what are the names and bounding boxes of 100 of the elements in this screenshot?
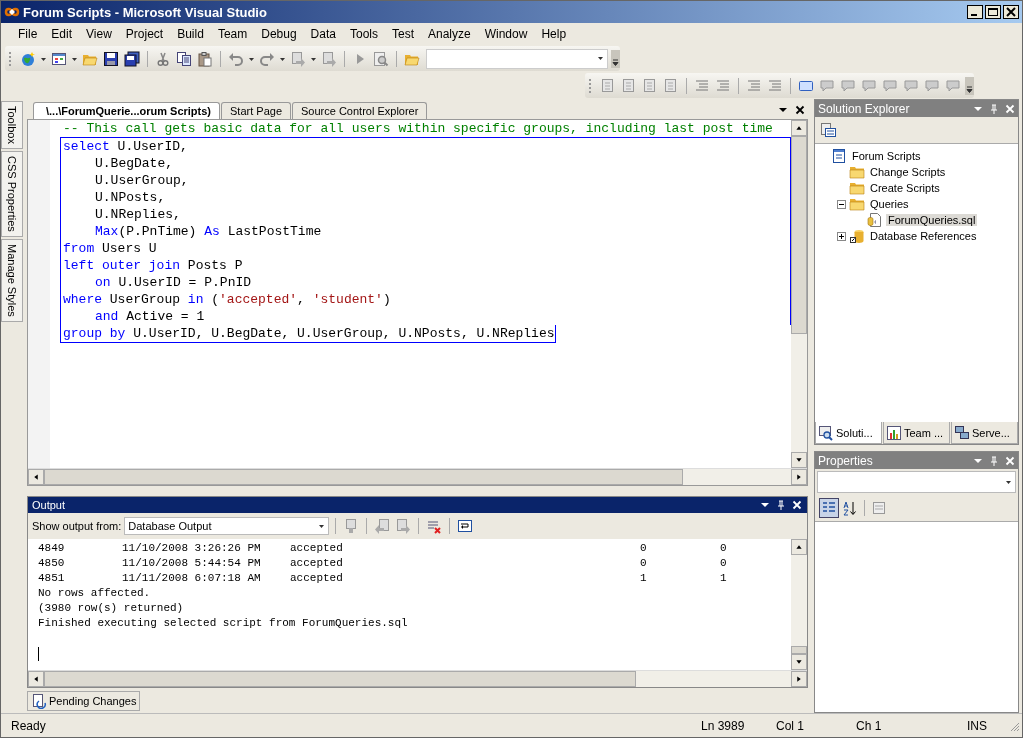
script-file-icon [867, 212, 883, 228]
side-tab[interactable]: Manage Styles [1, 238, 23, 322]
project-icon [831, 148, 847, 164]
menu-item[interactable]: Data [303, 25, 343, 43]
scroll-left-button[interactable] [28, 671, 44, 687]
tab-label: Pending Changes [49, 694, 137, 707]
horizontal-scrollbar[interactable] [28, 468, 807, 485]
output-cell-text: 4851 [38, 571, 66, 586]
scroll-right-button[interactable] [791, 469, 807, 485]
scroll-down-button[interactable] [791, 452, 807, 468]
properties-icon[interactable] [819, 121, 837, 139]
tree-item[interactable]: Change Scripts [868, 166, 948, 178]
panel-tab[interactable]: Soluti... [815, 422, 882, 444]
close-button[interactable] [1003, 5, 1019, 19]
toolbar-overflow-icon[interactable] [611, 49, 620, 68]
output-line: Finished executing selected script from ForumQueries.sql [38, 616, 409, 631]
insert-mode: INS [967, 718, 988, 733]
expander-icon[interactable] [837, 231, 846, 241]
sort-alphabetical-icon[interactable] [841, 499, 859, 517]
menu-item[interactable]: Project [118, 25, 171, 43]
scroll-left-button[interactable] [28, 469, 44, 485]
database-icon [849, 228, 865, 244]
maximize-button[interactable] [985, 5, 1001, 19]
document-search-icon[interactable] [372, 49, 390, 68]
document-tab[interactable]: \...\ForumQuerie...orum Scripts) [33, 102, 221, 119]
pending-changes-tab[interactable]: Pending Changes [27, 690, 141, 711]
minimize-button[interactable] [967, 5, 983, 19]
output-cell-text: accepted [290, 541, 344, 556]
side-tab[interactable]: CSS Properties [1, 150, 23, 237]
menu-item[interactable]: Build [170, 25, 211, 43]
expander-icon[interactable] [837, 199, 846, 209]
show-output-label: Show output from: [32, 520, 122, 532]
panel-title: Solution Explorer [818, 101, 910, 116]
scroll-up-button[interactable] [791, 539, 807, 555]
menu-item[interactable]: File [11, 25, 45, 43]
paste-icon[interactable] [196, 49, 214, 68]
close-icon[interactable] [795, 105, 805, 115]
folder-icon [849, 164, 865, 180]
tree-item[interactable]: ForumQueries.sql [886, 214, 978, 226]
menu-item[interactable]: Debug [254, 25, 304, 43]
vertical-scrollbar[interactable] [791, 539, 807, 670]
panel-title: Properties [818, 453, 873, 468]
menu-item[interactable]: Tools [342, 25, 385, 43]
document-tab[interactable]: Source Control Explorer [292, 102, 428, 119]
tree-item[interactable]: Create Scripts [868, 182, 942, 194]
save-all-icon[interactable] [123, 49, 141, 68]
status-message: Ready [10, 718, 47, 733]
scroll-thumb[interactable] [44, 671, 637, 687]
bar-chart-icon [886, 424, 902, 441]
menu-item[interactable]: Window [477, 25, 535, 43]
menu-item[interactable]: Edit [44, 25, 80, 43]
folder-icon [849, 180, 865, 196]
menu-item[interactable]: Test [384, 25, 421, 43]
save-icon[interactable] [102, 49, 120, 68]
scroll-thumb[interactable] [791, 136, 807, 334]
word-wrap-icon[interactable] [456, 517, 475, 535]
caret-icon[interactable] [760, 500, 770, 510]
output-cell-text: 0 [640, 556, 648, 571]
output-cell-text: accepted [290, 556, 344, 571]
char-number: Ch 1 [856, 718, 883, 733]
magnifier-icon [818, 424, 834, 441]
output-cell-text: 0 [640, 541, 648, 556]
output-line: No rows affected. [38, 586, 152, 601]
menu-item[interactable]: View [79, 25, 119, 43]
scroll-down-button[interactable] [791, 654, 807, 670]
scroll-thumb[interactable] [791, 646, 807, 654]
output-source-dropdown[interactable]: Database Output [124, 517, 330, 535]
output-line: (3980 row(s) returned) [38, 601, 185, 616]
panel-tab[interactable]: Team ... [883, 422, 950, 444]
scroll-up-button[interactable] [791, 120, 807, 136]
categorized-icon[interactable] [819, 498, 839, 518]
horizontal-scrollbar[interactable] [28, 670, 807, 687]
computers-icon [954, 424, 970, 441]
toolbar-overflow-icon[interactable] [965, 76, 974, 95]
output-cell: 0 [720, 556, 727, 571]
output-cell: 0 [720, 541, 727, 556]
document-tab[interactable]: Start Page [221, 102, 291, 119]
panel-title: Output [31, 499, 66, 511]
tree-item[interactable]: Queries [868, 198, 911, 210]
panel-tab[interactable]: Serve... [951, 422, 1018, 444]
document-arrow-icon[interactable] [394, 517, 413, 535]
window-title: Forum Scripts - Microsoft Visual Studio [23, 4, 267, 20]
output-cell: 1 [720, 571, 727, 586]
scroll-thumb[interactable] [44, 469, 683, 485]
vertical-scrollbar[interactable] [791, 120, 807, 468]
output-cell-text: 11/10/2008 3:26:26 PM [122, 541, 262, 556]
menu-item[interactable]: Team [210, 25, 255, 43]
caret-icon[interactable] [778, 105, 788, 115]
copy-icon[interactable] [175, 49, 193, 68]
scroll-right-button[interactable] [791, 671, 807, 687]
menu-item[interactable]: Analyze [421, 25, 478, 43]
code-line: select U.UserID, [60, 137, 791, 155]
side-tab[interactable]: Toolbox [1, 101, 23, 149]
code-line: -- This call gets basic data for all users within specific groups, including last post time [62, 120, 774, 137]
menu-item[interactable]: Help [534, 25, 574, 43]
property-pages-icon[interactable] [870, 499, 888, 517]
tree-item[interactable]: Forum Scripts [850, 150, 923, 162]
document-arrow-icon[interactable] [373, 517, 392, 535]
pin-icon[interactable] [776, 500, 786, 510]
tree-item[interactable]: Database References [868, 230, 979, 242]
